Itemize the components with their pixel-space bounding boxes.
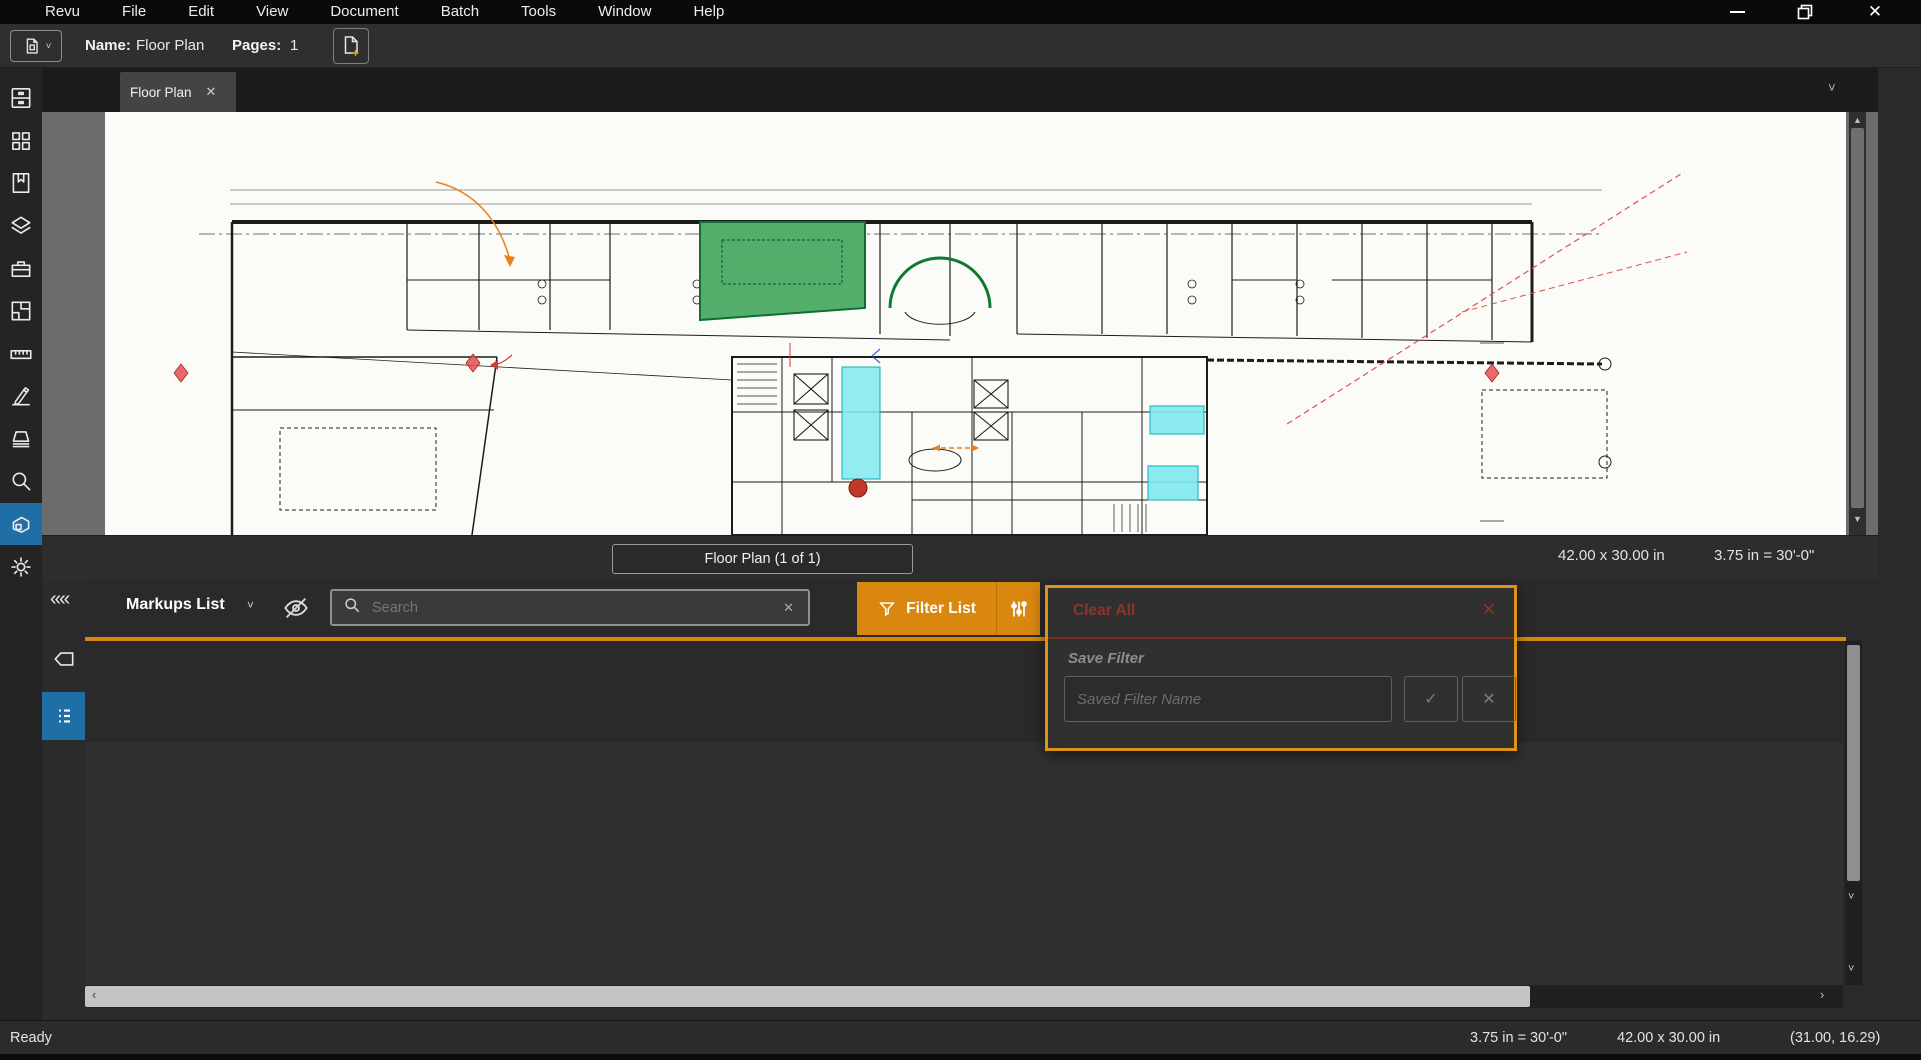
layers-icon[interactable] [0, 205, 42, 247]
signatures-icon[interactable] [0, 375, 42, 417]
status-ready: Ready [10, 1030, 52, 1046]
menu-bar: RevuFileEditViewDocumentBatchToolsWindow… [0, 0, 1921, 24]
new-page-icon[interactable] [333, 28, 369, 64]
scroll-left-icon[interactable]: ‹ [92, 987, 96, 1002]
markups-header: Markups List ˅ ✕ Filter List [85, 580, 1878, 637]
restore-icon[interactable] [1782, 0, 1828, 24]
measurements-icon[interactable] [0, 333, 42, 375]
tab-bar: Floor Plan ✕ ˅ [42, 68, 1878, 112]
filter-settings-icon[interactable] [996, 582, 1040, 635]
markups-list-icon[interactable] [42, 692, 85, 740]
doc-name-label: Name: [85, 37, 131, 54]
panel-expand-chevron-icon[interactable]: ˅ [1828, 80, 1836, 95]
drawing-viewport[interactable]: ▲ ▼ [42, 112, 1878, 535]
markups-list-panel: Markups List ˅ ✕ Filter List [85, 580, 1878, 1020]
markups-list-title[interactable]: Markups List [126, 596, 225, 614]
scale-readout: 3.75 in = 30'-0" [1714, 547, 1814, 564]
thumbnails-icon[interactable] [0, 120, 42, 162]
search-input[interactable] [372, 600, 769, 616]
revu-application-window: RevuFileEditViewDocumentBatchToolsWindow… [0, 0, 1921, 1060]
confirm-filter-button[interactable]: ✓ [1404, 676, 1458, 722]
table-vertical-scrollbar[interactable]: ˅ ˅ [1845, 641, 1862, 985]
status-scale: 3.75 in = 30'-0" [1470, 1030, 1567, 1046]
drawing-scroll-thumb[interactable] [1851, 128, 1864, 508]
markups-table-body [85, 742, 1843, 985]
status-bar: Ready 3.75 in = 30'-0" 42.00 x 30.00 in … [0, 1020, 1921, 1060]
menu-edit[interactable]: Edit [167, 0, 235, 24]
markups-panel: «« Markups List ˅ ✕ [42, 580, 1878, 1020]
collapse-panel-icon[interactable]: «« [50, 588, 68, 611]
scroll-down-icon[interactable]: ▼ [1849, 512, 1866, 526]
table-scroll-down-icon-2[interactable]: ˅ [1848, 963, 1854, 975]
filter-list-label: Filter List [906, 600, 976, 618]
popup-divider [1048, 637, 1514, 639]
document-combo-icon[interactable]: ˅ [10, 30, 62, 62]
markups-title-chevron-icon[interactable]: ˅ [247, 598, 254, 612]
page-size-readout: 42.00 x 30.00 in [1558, 547, 1665, 564]
tab-close-icon[interactable]: ✕ [206, 84, 217, 100]
drawing-vertical-scrollbar[interactable]: ▲ ▼ [1849, 112, 1866, 535]
tab-title: Floor Plan [130, 85, 192, 100]
saved-filter-name-input[interactable] [1064, 676, 1392, 722]
red-circle-markup[interactable] [849, 479, 867, 497]
hide-markups-icon[interactable] [281, 593, 311, 628]
search-icon[interactable] [0, 460, 42, 502]
copy-262-highlight-markup[interactable] [1148, 466, 1198, 500]
tab-floor-plan[interactable]: Floor Plan ✕ [120, 72, 236, 112]
search-clear-icon[interactable]: ✕ [783, 600, 794, 616]
clear-all-button[interactable]: Clear All [1073, 602, 1135, 620]
filter-active-indicator [85, 637, 1846, 641]
menu-tools[interactable]: Tools [500, 0, 577, 24]
search-icon [342, 595, 362, 620]
floor-plan-canvas[interactable] [42, 112, 1878, 535]
menu-document[interactable]: Document [309, 0, 419, 24]
settings-icon[interactable] [0, 546, 42, 588]
file-access-icon[interactable] [0, 77, 42, 119]
spaces-icon[interactable] [0, 290, 42, 332]
previous-view-icon[interactable] [51, 646, 77, 677]
menu-help[interactable]: Help [672, 0, 745, 24]
scroll-right-icon[interactable]: › [1820, 987, 1824, 1002]
navigation-toolbar: Floor Plan (1 of 1) 42.00 x 30.00 in 3.7… [42, 535, 1878, 580]
cancel-filter-button[interactable]: ✕ [1462, 676, 1516, 722]
markups-side-strip: «« [42, 580, 85, 1020]
menu-window[interactable]: Window [577, 0, 672, 24]
conference-207-markup[interactable] [700, 222, 865, 320]
bookmarks-icon[interactable] [0, 162, 42, 204]
page-navigation-field[interactable]: Floor Plan (1 of 1) [612, 544, 913, 574]
status-page-size: 42.00 x 30.00 in [1617, 1030, 1720, 1046]
close-icon[interactable]: ✕ [1852, 0, 1898, 24]
horizontal-scrollbar[interactable]: ‹ › [85, 985, 1843, 1008]
scroll-up-icon[interactable]: ▲ [1849, 113, 1866, 127]
studio-icon[interactable] [0, 418, 42, 460]
save-filter-label: Save Filter [1068, 650, 1144, 667]
menu-view[interactable]: View [235, 0, 309, 24]
shaft-highlight-markup[interactable] [842, 367, 880, 479]
doc-name-value: Floor Plan [136, 37, 204, 54]
status-coordinates: (31.00, 16.29) [1790, 1030, 1880, 1046]
table-scroll-down-icon[interactable]: ˅ [1848, 891, 1854, 903]
filter-popup: Clear All ✕ Save Filter ✓ ✕ [1045, 585, 1517, 751]
office-261-highlight-markup[interactable] [1150, 406, 1204, 434]
sets-icon[interactable] [0, 503, 42, 545]
popup-close-icon[interactable]: ✕ [1482, 600, 1496, 620]
tool-chest-icon[interactable] [0, 247, 42, 289]
minimize-icon[interactable] [1714, 0, 1760, 24]
doc-pages-label: Pages: [232, 37, 281, 54]
menu-revu[interactable]: Revu [24, 0, 101, 24]
menu-batch[interactable]: Batch [420, 0, 500, 24]
search-box[interactable]: ✕ [330, 589, 810, 626]
doc-pages-value: 1 [290, 37, 298, 54]
filter-list-button[interactable]: Filter List [857, 582, 996, 635]
document-toolbar: ˅ Name: Floor Plan Pages: 1 [0, 24, 1921, 68]
menu-file[interactable]: File [101, 0, 167, 24]
left-sidebar [0, 68, 42, 1060]
pdf-page [105, 112, 1846, 535]
